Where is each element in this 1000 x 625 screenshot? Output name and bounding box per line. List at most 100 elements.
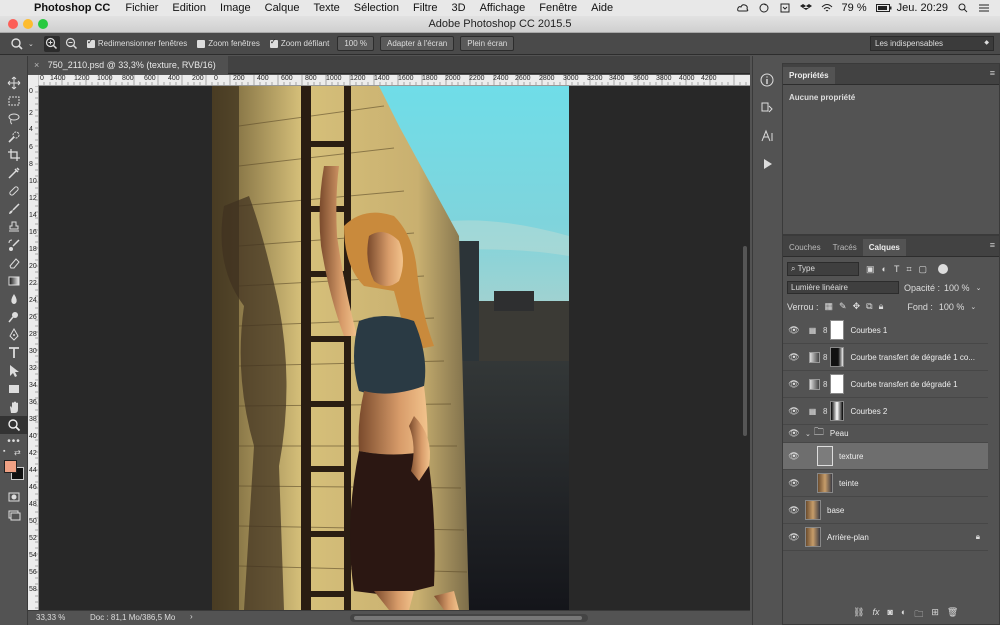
link-layers-icon[interactable]: ⛓︎: [853, 607, 864, 621]
quick-selection-tool[interactable]: [0, 128, 28, 146]
layer-thumbnail[interactable]: [817, 446, 833, 466]
visibility-eye-icon[interactable]: 👁︎: [783, 532, 805, 543]
lock-position-icon[interactable]: ✥: [853, 301, 861, 312]
dodge-tool[interactable]: [0, 308, 28, 326]
zoom-level-field[interactable]: 33,33 %: [36, 613, 65, 622]
layer-thumbnail[interactable]: [805, 500, 821, 520]
actions-panel-button[interactable]: [753, 150, 781, 178]
zoom-tool-preset-icon[interactable]: [10, 36, 26, 52]
chevron-down-icon[interactable]: ⌄: [28, 40, 34, 48]
zoom-window-button[interactable]: [38, 19, 48, 29]
zoom-tool[interactable]: [0, 416, 28, 434]
menu-help[interactable]: Aide: [591, 2, 613, 14]
blend-mode-select[interactable]: Lumière linéaire: [787, 281, 899, 294]
creative-cloud-icon[interactable]: [736, 3, 749, 13]
canvas-horizontal-scrollbar[interactable]: [350, 614, 588, 622]
healing-brush-tool[interactable]: [0, 182, 28, 200]
layer-thumbnail[interactable]: [817, 473, 833, 493]
eyedropper-tool[interactable]: [0, 164, 28, 182]
lock-pixels-icon[interactable]: ✎: [839, 301, 847, 312]
filter-pixel-icon[interactable]: ▣: [866, 264, 875, 275]
chevron-down-icon[interactable]: ⌄: [805, 430, 811, 438]
brush-tool[interactable]: [0, 200, 28, 218]
foreground-color-swatch[interactable]: [4, 460, 17, 473]
layer-row[interactable]: 👁︎ teinte: [783, 470, 988, 497]
scrollbar-thumb[interactable]: [743, 246, 747, 436]
visibility-eye-icon[interactable]: 👁︎: [783, 379, 805, 390]
layer-row[interactable]: 👁︎ ▦ 8 Courbes 1: [783, 317, 988, 344]
pen-tool[interactable]: [0, 326, 28, 344]
layer-row[interactable]: 👁︎ base: [783, 497, 988, 524]
toolbar-grip[interactable]: [0, 56, 27, 74]
panel-menu-icon[interactable]: ≡: [990, 68, 995, 78]
menu-edit[interactable]: Edition: [172, 2, 206, 14]
menu-layer[interactable]: Calque: [265, 2, 300, 14]
character-panel-button[interactable]: [753, 122, 781, 150]
menu-select[interactable]: Sélection: [354, 2, 399, 14]
info-panel-button[interactable]: [753, 66, 781, 94]
gradient-tool[interactable]: [0, 272, 28, 290]
clock[interactable]: Jeu. 20:29: [897, 2, 948, 14]
layer-mask-thumbnail[interactable]: [830, 401, 845, 421]
layer-style-icon[interactable]: fx: [872, 607, 879, 621]
quick-mask-button[interactable]: [0, 488, 28, 506]
document-tab[interactable]: × 750_2110.psd @ 33,3% (texture, RVB/16): [28, 56, 228, 74]
visibility-eye-icon[interactable]: 👁︎: [783, 406, 805, 417]
vertical-ruler[interactable]: 0 2 4 6 8 10 12 14 16 18 20 22 24 26 28 …: [28, 86, 39, 610]
zoom-windows-checkbox[interactable]: Zoom fenêtres: [197, 39, 260, 48]
blur-tool[interactable]: [0, 290, 28, 308]
visibility-eye-icon[interactable]: 👁︎: [783, 478, 805, 489]
zoom-value-button[interactable]: 100 %: [337, 36, 374, 51]
layer-mask-thumbnail[interactable]: [830, 374, 845, 394]
spotlight-icon[interactable]: [957, 3, 969, 13]
lock-transparency-icon[interactable]: ▦: [825, 301, 834, 312]
finder-menu-icon[interactable]: [779, 3, 791, 13]
new-group-icon[interactable]: 🗀︎: [914, 607, 923, 621]
layer-mask-thumbnail[interactable]: [830, 347, 845, 367]
tab-paths[interactable]: Tracés: [827, 239, 863, 256]
menu-window[interactable]: Fenêtre: [539, 2, 577, 14]
crop-tool[interactable]: [0, 146, 28, 164]
layer-group-row[interactable]: 👁︎ ⌄ 🗀︎ Peau: [783, 425, 988, 443]
chevron-right-icon[interactable]: ›: [190, 612, 193, 621]
layer-row[interactable]: 👁︎ ▦ 8 Courbes 2: [783, 398, 988, 425]
clone-stamp-tool[interactable]: [0, 218, 28, 236]
zoom-in-icon[interactable]: [43, 35, 60, 52]
visibility-eye-icon[interactable]: 👁︎: [783, 505, 805, 516]
tab-layers[interactable]: Calques: [862, 239, 906, 256]
menu-type[interactable]: Texte: [313, 2, 339, 14]
add-mask-icon[interactable]: ◙: [887, 607, 892, 621]
filter-adjustment-icon[interactable]: ◐: [882, 264, 887, 274]
close-tab-icon[interactable]: ×: [34, 60, 39, 70]
document-canvas[interactable]: [39, 86, 740, 610]
minimize-window-button[interactable]: [23, 19, 33, 29]
menu-image[interactable]: Image: [220, 2, 251, 14]
default-colors-icon[interactable]: ▪: [3, 448, 5, 455]
zoom-out-icon[interactable]: [64, 36, 80, 52]
sync-icon[interactable]: [758, 3, 770, 13]
fill-field[interactable]: 100 %: [939, 302, 965, 312]
rectangle-tool[interactable]: [0, 380, 28, 398]
battery-icon[interactable]: [875, 3, 892, 13]
trash-icon[interactable]: 🗑︎: [947, 607, 958, 621]
notification-center-icon[interactable]: [978, 3, 990, 13]
swap-colors-icon[interactable]: ⇄: [14, 448, 21, 457]
layer-row[interactable]: 👁︎ 8 Courbe transfert de dégradé 1: [783, 371, 988, 398]
marquee-tool[interactable]: [0, 92, 28, 110]
eraser-tool[interactable]: [0, 254, 28, 272]
menu-file[interactable]: Fichier: [125, 2, 158, 14]
filter-smart-object-icon[interactable]: ▢: [919, 264, 928, 275]
dock-grip[interactable]: [753, 56, 780, 66]
visibility-eye-icon[interactable]: 👁︎: [783, 352, 805, 363]
visibility-eye-icon[interactable]: 👁︎: [783, 428, 805, 439]
wifi-icon[interactable]: [821, 3, 833, 13]
dropbox-icon[interactable]: [799, 3, 812, 13]
resize-windows-checkbox[interactable]: Redimensionner fenêtres: [86, 37, 187, 48]
new-adjustment-icon[interactable]: ◐: [901, 607, 906, 621]
layer-row-selected[interactable]: 👁︎ texture: [783, 443, 988, 470]
visibility-eye-icon[interactable]: 👁︎: [783, 325, 805, 336]
new-layer-icon[interactable]: ⊞: [931, 607, 939, 621]
scrubby-zoom-checkbox[interactable]: Zoom défilant: [269, 37, 329, 48]
menu-view[interactable]: Affichage: [480, 2, 526, 14]
chevron-down-icon[interactable]: ⌄: [976, 284, 982, 292]
